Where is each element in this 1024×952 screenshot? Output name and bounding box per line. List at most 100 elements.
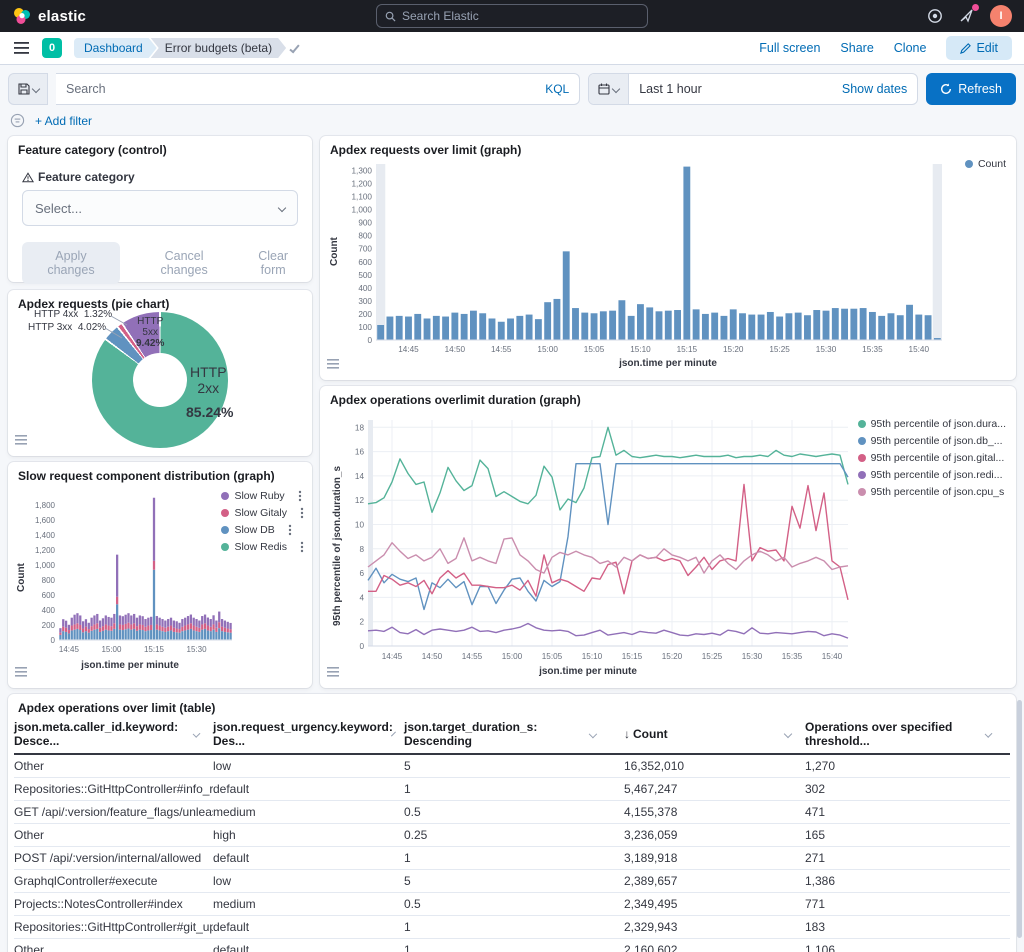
stacked-bar-segment[interactable] xyxy=(125,615,127,624)
stacked-bar-segment[interactable] xyxy=(210,631,212,639)
stacked-bar-segment[interactable] xyxy=(198,621,200,628)
stacked-bar-segment[interactable] xyxy=(96,623,98,629)
stacked-bar-segment[interactable] xyxy=(142,625,144,630)
stacked-bar-segment[interactable] xyxy=(133,623,135,629)
stacked-bar-segment[interactable] xyxy=(73,615,75,625)
bar[interactable] xyxy=(396,316,403,340)
stacked-bar-segment[interactable] xyxy=(178,623,180,629)
time-range-value[interactable]: Last 1 hour xyxy=(629,82,712,96)
bar[interactable] xyxy=(693,309,700,340)
stacked-bar-segment[interactable] xyxy=(178,633,180,640)
stacked-bar-segment[interactable] xyxy=(113,614,115,623)
kql-toggle[interactable]: KQL xyxy=(545,82,569,96)
bar[interactable] xyxy=(813,310,820,340)
stacked-bar-segment[interactable] xyxy=(176,629,178,633)
stacked-bar-segment[interactable] xyxy=(212,615,214,624)
stacked-bar-segment[interactable] xyxy=(62,627,64,631)
stacked-bar-segment[interactable] xyxy=(73,630,75,640)
stacked-bar-segment[interactable] xyxy=(73,624,75,629)
bar[interactable] xyxy=(433,316,440,340)
stacked-bar-segment[interactable] xyxy=(193,618,195,626)
legend-item[interactable]: 95th percentile of json.cpu_s xyxy=(858,486,1006,498)
stacked-bar-segment[interactable] xyxy=(79,625,81,630)
stacked-bar-segment[interactable] xyxy=(119,630,121,640)
stacked-bar-segment[interactable] xyxy=(181,631,183,639)
bar[interactable] xyxy=(507,318,514,340)
stacked-bar-segment[interactable] xyxy=(99,621,101,628)
stacked-bar-segment[interactable] xyxy=(221,619,223,627)
stacked-bar-segment[interactable] xyxy=(198,628,200,632)
stacked-bar-segment[interactable] xyxy=(187,616,189,624)
stacked-bar-segment[interactable] xyxy=(227,632,229,639)
stacked-bar-segment[interactable] xyxy=(119,624,121,629)
stacked-bar-segment[interactable] xyxy=(113,629,115,639)
legend-actions-icon[interactable] xyxy=(300,541,304,553)
legend-actions-icon[interactable] xyxy=(298,490,302,502)
stacked-bar-segment[interactable] xyxy=(110,631,112,640)
stacked-bar-segment[interactable] xyxy=(65,621,67,628)
stacked-bar-segment[interactable] xyxy=(85,627,87,631)
stacked-bar-segment[interactable] xyxy=(227,629,229,633)
stacked-bar-segment[interactable] xyxy=(229,633,231,640)
stacked-bar-segment[interactable] xyxy=(190,623,192,629)
stacked-bar-segment[interactable] xyxy=(107,617,109,626)
stacked-bar-segment[interactable] xyxy=(190,629,192,639)
stacked-bar-segment[interactable] xyxy=(167,631,169,639)
bar[interactable] xyxy=(702,314,709,340)
stacked-bar-segment[interactable] xyxy=(113,623,115,629)
legend-item[interactable]: Count xyxy=(965,158,1006,170)
show-dates-link[interactable]: Show dates xyxy=(842,82,917,96)
bar[interactable] xyxy=(860,308,867,340)
bar[interactable] xyxy=(424,318,431,340)
add-filter-link[interactable]: + Add filter xyxy=(35,114,92,128)
stacked-bar-segment[interactable] xyxy=(198,632,200,639)
legend-actions-icon[interactable] xyxy=(300,507,304,519)
stacked-bar-segment[interactable] xyxy=(173,621,175,628)
menu-hamburger-icon[interactable] xyxy=(12,39,30,57)
bar[interactable] xyxy=(563,251,570,340)
stacked-bar-segment[interactable] xyxy=(215,628,217,632)
saved-query-menu-button[interactable] xyxy=(8,73,48,105)
stacked-bar-segment[interactable] xyxy=(79,630,81,639)
stacked-bar-segment[interactable] xyxy=(153,561,155,570)
legend-item[interactable]: 95th percentile of json.gital... xyxy=(858,452,1006,464)
stacked-bar-segment[interactable] xyxy=(221,631,223,639)
stacked-bar-segment[interactable] xyxy=(90,618,92,626)
deployment-icon[interactable] xyxy=(926,7,944,25)
stacked-bar-segment[interactable] xyxy=(127,629,129,640)
stacked-bar-segment[interactable] xyxy=(144,627,146,631)
legend-item[interactable]: Slow DB xyxy=(221,524,304,536)
newsfeed-icon[interactable] xyxy=(958,7,976,25)
stacked-bar-segment[interactable] xyxy=(156,624,158,629)
stacked-bar-segment[interactable] xyxy=(195,631,197,639)
stacked-bar-segment[interactable] xyxy=(85,619,87,626)
stacked-bar-segment[interactable] xyxy=(93,615,95,624)
bar[interactable] xyxy=(841,309,848,340)
stacked-bar-segment[interactable] xyxy=(105,615,107,624)
bar[interactable] xyxy=(386,317,393,340)
stacked-bar-segment[interactable] xyxy=(167,619,169,627)
stacked-bar-segment[interactable] xyxy=(193,630,195,639)
apply-changes-button[interactable]: Apply changes xyxy=(22,242,120,284)
bar[interactable] xyxy=(554,299,561,340)
stacked-bar-segment[interactable] xyxy=(167,627,169,631)
stacked-bar-segment[interactable] xyxy=(224,628,226,632)
global-search-input[interactable]: Search Elastic xyxy=(376,4,648,28)
stacked-bar-segment[interactable] xyxy=(127,623,129,629)
stacked-bar-segment[interactable] xyxy=(187,630,189,640)
bar[interactable] xyxy=(767,312,774,340)
bar[interactable] xyxy=(758,315,765,340)
stacked-bar-segment[interactable] xyxy=(184,630,186,639)
stacked-bar-segment[interactable] xyxy=(102,631,104,640)
stacked-bar-segment[interactable] xyxy=(107,630,109,639)
filter-set-icon[interactable] xyxy=(10,113,25,128)
stacked-bar-segment[interactable] xyxy=(195,619,197,627)
stacked-bar-segment[interactable] xyxy=(85,631,87,639)
stacked-bar-segment[interactable] xyxy=(229,629,231,632)
bar[interactable] xyxy=(739,313,746,340)
bar[interactable] xyxy=(609,311,616,340)
table-column-header[interactable]: json.meta.caller_id.keyword: Desce... xyxy=(14,720,213,748)
legend-item[interactable]: 95th percentile of json.redi... xyxy=(858,469,1006,481)
stacked-bar-segment[interactable] xyxy=(147,626,149,631)
clear-form-button[interactable]: Clear form xyxy=(248,249,298,277)
